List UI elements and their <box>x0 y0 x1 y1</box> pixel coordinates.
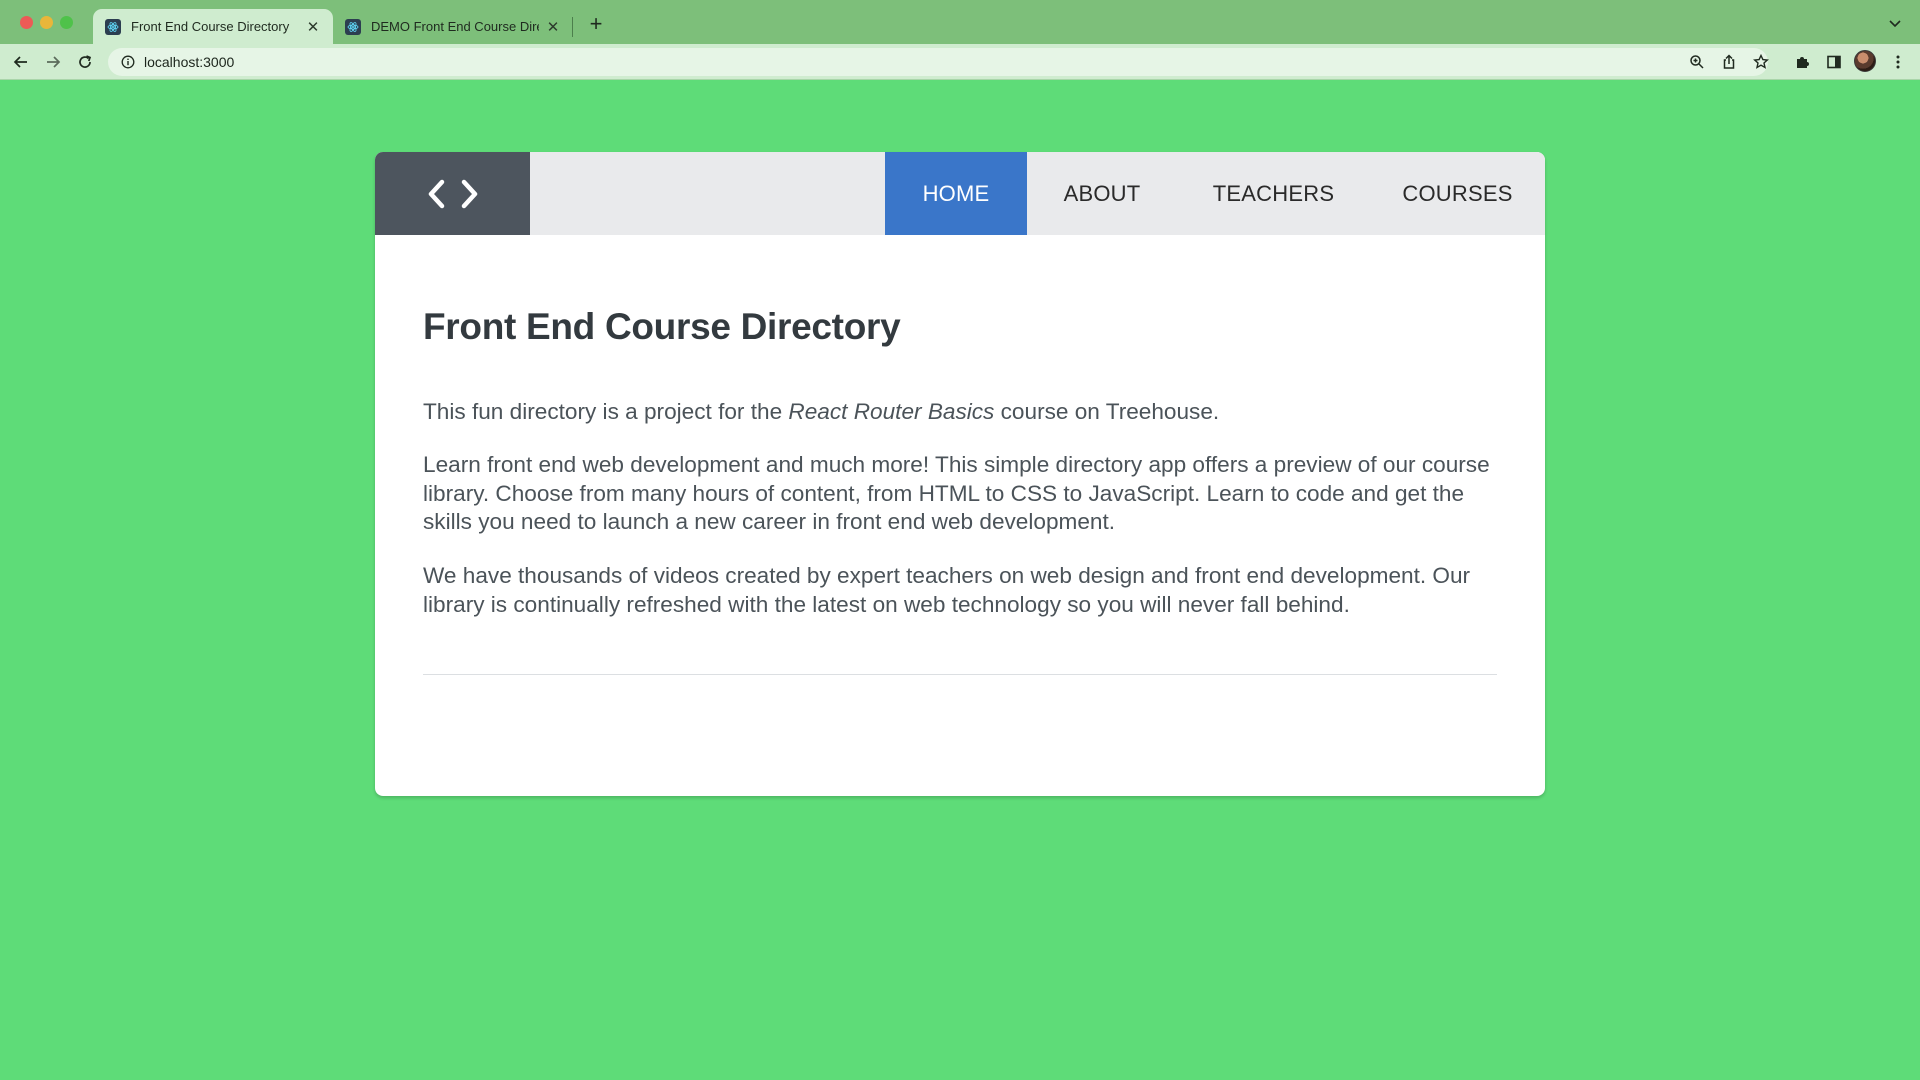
content-card: HOME ABOUT TEACHERS COURSES Front End Co… <box>375 152 1545 796</box>
back-arrow-icon[interactable] <box>9 50 33 74</box>
window-close-button[interactable] <box>20 16 33 29</box>
new-tab-button[interactable]: + <box>584 11 608 36</box>
window-zoom-button[interactable] <box>60 16 73 29</box>
more-menu-icon[interactable] <box>1886 50 1910 74</box>
intro-text-before: This fun directory is a project for the <box>423 399 789 424</box>
nav-about-link[interactable]: ABOUT <box>1027 152 1177 235</box>
info-icon[interactable] <box>120 54 136 70</box>
react-favicon-icon <box>105 18 121 35</box>
tab-close-icon[interactable]: ✕ <box>305 19 321 36</box>
browser-tab-active[interactable]: Front End Course Directory ✕ <box>93 9 333 44</box>
main-nav: HOME ABOUT TEACHERS COURSES <box>885 152 1545 235</box>
intro-text-after: course on Treehouse. <box>994 399 1220 424</box>
browser-tab-strip: Front End Course Directory ✕ DEMO Front … <box>0 0 1920 44</box>
side-panel-icon[interactable] <box>1822 50 1846 74</box>
browser-toolbar: localhost:3000 <box>0 44 1920 80</box>
site-logo[interactable] <box>375 152 530 235</box>
course-name: React Router Basics <box>788 399 995 424</box>
share-icon[interactable] <box>1717 50 1741 74</box>
address-bar[interactable]: localhost:3000 <box>108 48 1768 76</box>
code-brackets-icon <box>428 179 477 208</box>
site-header: HOME ABOUT TEACHERS COURSES <box>375 152 1545 235</box>
url-text: localhost:3000 <box>144 54 235 70</box>
window-minimize-button[interactable] <box>40 16 53 29</box>
forward-arrow-icon[interactable] <box>41 50 65 74</box>
tab-separator <box>572 17 573 37</box>
tab-close-icon[interactable]: ✕ <box>545 19 561 36</box>
nav-courses-link[interactable]: COURSES <box>1370 152 1545 235</box>
tab-title: Front End Course Directory <box>131 19 290 34</box>
extensions-puzzle-icon[interactable] <box>1790 50 1814 74</box>
page-title: Front End Course Directory <box>423 306 901 347</box>
zoom-icon[interactable] <box>1685 50 1709 74</box>
chevron-down-icon[interactable] <box>1886 14 1904 32</box>
description-paragraph: Learn front end web development and much… <box>423 452 1490 534</box>
intro-paragraph: This fun directory is a project for the … <box>423 398 1497 427</box>
browser-tab-inactive[interactable]: DEMO Front End Course Directory ✕ <box>333 9 573 44</box>
react-favicon-icon <box>345 18 361 35</box>
nav-teachers-link[interactable]: TEACHERS <box>1177 152 1370 235</box>
star-icon[interactable] <box>1749 50 1773 74</box>
profile-avatar[interactable] <box>1854 50 1876 72</box>
reload-icon[interactable] <box>73 50 97 74</box>
tab-title: DEMO Front End Course Directory <box>371 19 539 34</box>
nav-home-link[interactable]: HOME <box>885 152 1027 235</box>
library-paragraph: We have thousands of videos created by e… <box>423 563 1471 617</box>
content-divider <box>423 674 1497 675</box>
